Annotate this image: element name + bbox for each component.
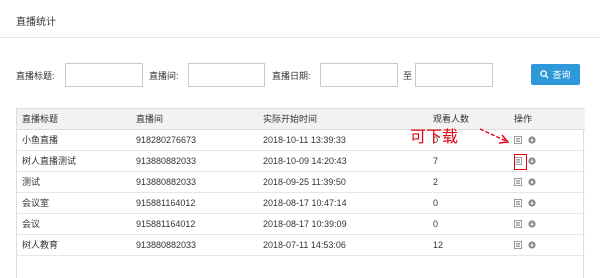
- cell-title: 小鱼直播: [22, 135, 59, 145]
- cell-start-time: 2018-09-25 11:39:50: [263, 176, 346, 187]
- cell-title: 会议: [22, 219, 41, 229]
- col-header-room: 直播间: [131, 109, 258, 130]
- table-row: 测试 913880882033 2018-09-25 11:39:50 2: [17, 171, 585, 192]
- cell-room: 915881164012: [136, 197, 196, 208]
- cell-ops: [509, 213, 585, 234]
- cell-room: 913880882033: [136, 155, 197, 166]
- cell-start-time: 2018-10-11 13:39:33: [263, 134, 346, 145]
- cell-ops: [509, 192, 585, 213]
- cell-ops: [509, 171, 585, 192]
- date-to-input[interactable]: [415, 63, 493, 87]
- download-icon[interactable]: [528, 219, 536, 228]
- download-icon[interactable]: [528, 198, 536, 207]
- room-filter-input[interactable]: [188, 63, 265, 87]
- detail-icon[interactable]: [514, 198, 522, 207]
- cell-title: 树人教育: [22, 240, 59, 250]
- table-row: 树人直播测试 913880882033 2018-10-09 14:20:43 7: [17, 150, 585, 171]
- col-header-start: 实际开始时间: [258, 109, 428, 130]
- cell-start-time: 2018-08-17 10:47:14: [263, 197, 347, 208]
- cell-ops: [509, 129, 585, 150]
- cell-viewers: 0: [433, 197, 439, 208]
- download-icon[interactable]: [528, 177, 536, 186]
- cell-title: 树人直播测试: [22, 156, 77, 166]
- date-separator: 至: [403, 71, 413, 81]
- detail-icon[interactable]: [514, 240, 522, 249]
- cell-room: 913880882033: [136, 239, 197, 250]
- cell-viewers: 7: [433, 155, 439, 166]
- room-filter-label: 直播间:: [149, 71, 179, 81]
- download-icon[interactable]: [528, 135, 536, 144]
- cell-start-time: 2018-08-17 10:39:09: [263, 218, 347, 229]
- table-row: 会议室 915881164012 2018-08-17 10:47:14 0: [17, 192, 585, 213]
- annotation-arrow-icon: [479, 128, 510, 144]
- detail-icon[interactable]: [514, 177, 522, 186]
- col-header-ops: 操作: [509, 109, 585, 130]
- search-button[interactable]: 查询: [531, 64, 580, 85]
- cell-room: 918280276673: [136, 134, 197, 145]
- col-header-title: 直播标题: [17, 109, 131, 130]
- cell-start-time: 2018-10-09 14:20:43: [263, 155, 347, 166]
- download-icon[interactable]: [528, 240, 536, 249]
- cell-title: 会议室: [22, 198, 50, 208]
- cell-title: 测试: [22, 177, 41, 187]
- cell-viewers: 2: [433, 176, 439, 187]
- title-filter-input[interactable]: [65, 63, 143, 87]
- search-icon: [540, 70, 550, 79]
- cell-viewers: 0: [433, 218, 439, 229]
- search-button-label: 查询: [552, 70, 571, 80]
- cell-room: 913880882033: [136, 176, 197, 187]
- cell-ops: [509, 234, 585, 255]
- cell-viewers: 12: [433, 239, 444, 250]
- detail-icon[interactable]: [514, 219, 522, 228]
- cell-room: 915881164012: [136, 218, 196, 229]
- page-title: 直播统计: [16, 17, 56, 28]
- cell-start-time: 2018-07-11 14:53:06: [263, 239, 346, 250]
- download-highlight-box: [514, 154, 527, 170]
- date-filter-label: 直播日期:: [272, 71, 311, 81]
- live-stats-page: 直播统计 直播标题: 直播间: 直播日期: 至 查询 直播标题 直播间 实际开始…: [0, 0, 600, 278]
- table-row: 树人教育 913880882033 2018-07-11 14:53:06 12: [17, 234, 585, 255]
- filter-bar: 直播标题: 直播间: 直播日期: 至: [0, 63, 600, 87]
- annotation-text: 可下载: [410, 127, 459, 146]
- table-row: 会议 915881164012 2018-08-17 10:39:09 0: [17, 213, 585, 234]
- title-divider: [0, 37, 600, 38]
- title-filter-label: 直播标题:: [16, 71, 55, 81]
- date-from-input[interactable]: [320, 63, 398, 87]
- download-icon[interactable]: [528, 156, 536, 165]
